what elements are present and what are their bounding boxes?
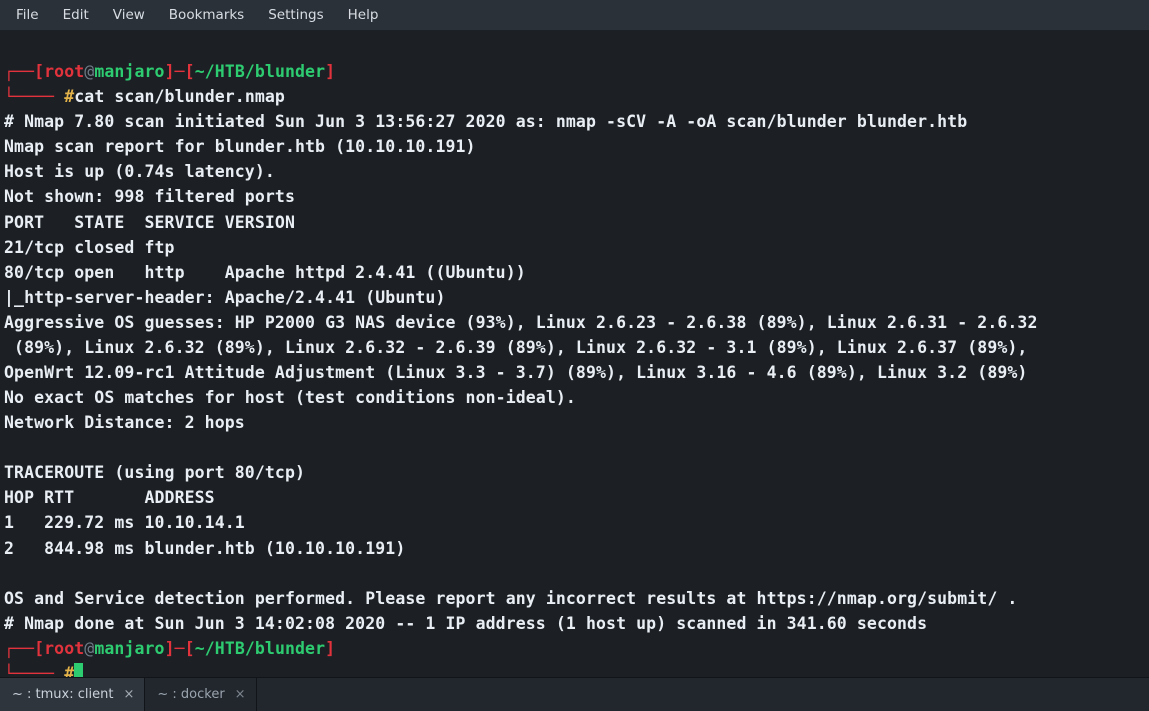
output-line: 21/tcp closed ftp xyxy=(4,238,175,257)
prompt-cwd: ~/HTB/blunder xyxy=(195,639,325,658)
prompt-mid: ]─[ xyxy=(165,62,195,81)
output-line: Aggressive OS guesses: HP P2000 G3 NAS d… xyxy=(4,313,1037,332)
prompt-at: @ xyxy=(84,639,94,658)
tab-bar: ~ : tmux: client × ~ : docker × xyxy=(0,677,1149,711)
prompt-close: ] xyxy=(325,639,335,658)
command-text: cat scan/blunder.nmap xyxy=(74,87,285,106)
prompt-corner: ┌──[ xyxy=(4,639,44,658)
output-line: (89%), Linux 2.6.32 (89%), Linux 2.6.32 … xyxy=(4,338,1027,357)
output-line: PORT STATE SERVICE VERSION xyxy=(4,213,295,232)
menu-bookmarks[interactable]: Bookmarks xyxy=(157,0,256,30)
output-line: Nmap scan report for blunder.htb (10.10.… xyxy=(4,137,476,156)
prompt-hash: # xyxy=(64,87,74,106)
prompt-cwd: ~/HTB/blunder xyxy=(195,62,325,81)
tab-docker[interactable]: ~ : docker × xyxy=(145,678,256,711)
prompt-mid: ]─[ xyxy=(165,639,195,658)
prompt-host: manjaro xyxy=(94,62,164,81)
menubar: File Edit View Bookmarks Settings Help xyxy=(0,0,1149,30)
output-line: 80/tcp open http Apache httpd 2.4.41 ((U… xyxy=(4,263,526,282)
output-line: # Nmap done at Sun Jun 3 14:02:08 2020 -… xyxy=(4,614,927,633)
prompt-host: manjaro xyxy=(94,639,164,658)
prompt-corner: ┌──[ xyxy=(4,62,44,81)
output-line: OpenWrt 12.09-rc1 Attitude Adjustment (L… xyxy=(4,363,1027,382)
output-line: # Nmap 7.80 scan initiated Sun Jun 3 13:… xyxy=(4,112,967,131)
menu-view[interactable]: View xyxy=(101,0,157,30)
terminal-output[interactable]: ┌──[root@manjaro]─[~/HTB/blunder] └──── … xyxy=(0,30,1149,686)
menu-file[interactable]: File xyxy=(4,0,51,30)
prompt-close: ] xyxy=(325,62,335,81)
output-line: OS and Service detection performed. Plea… xyxy=(4,589,1017,608)
menu-settings[interactable]: Settings xyxy=(256,0,335,30)
tab-label: ~ : docker xyxy=(157,687,224,702)
output-line: No exact OS matches for host (test condi… xyxy=(4,388,576,407)
output-line: 1 229.72 ms 10.10.14.1 xyxy=(4,513,245,532)
tab-tmux-client[interactable]: ~ : tmux: client × xyxy=(0,678,145,711)
output-line: TRACEROUTE (using port 80/tcp) xyxy=(4,463,305,482)
prompt-at: @ xyxy=(84,62,94,81)
close-icon[interactable]: × xyxy=(235,687,246,702)
output-line: HOP RTT ADDRESS xyxy=(4,488,215,507)
menu-help[interactable]: Help xyxy=(336,0,391,30)
menu-edit[interactable]: Edit xyxy=(51,0,101,30)
output-line: |_http-server-header: Apache/2.4.41 (Ubu… xyxy=(4,288,446,307)
tab-label: ~ : tmux: client xyxy=(12,687,113,702)
output-line: 2 844.98 ms blunder.htb (10.10.10.191) xyxy=(4,539,405,558)
close-icon[interactable]: × xyxy=(123,687,134,702)
prompt-user: root xyxy=(44,62,84,81)
output-line: Network Distance: 2 hops xyxy=(4,413,245,432)
prompt-user: root xyxy=(44,639,84,658)
output-line: Host is up (0.74s latency). xyxy=(4,162,275,181)
output-line: Not shown: 998 filtered ports xyxy=(4,187,295,206)
prompt-bottom: └──── xyxy=(4,87,64,106)
